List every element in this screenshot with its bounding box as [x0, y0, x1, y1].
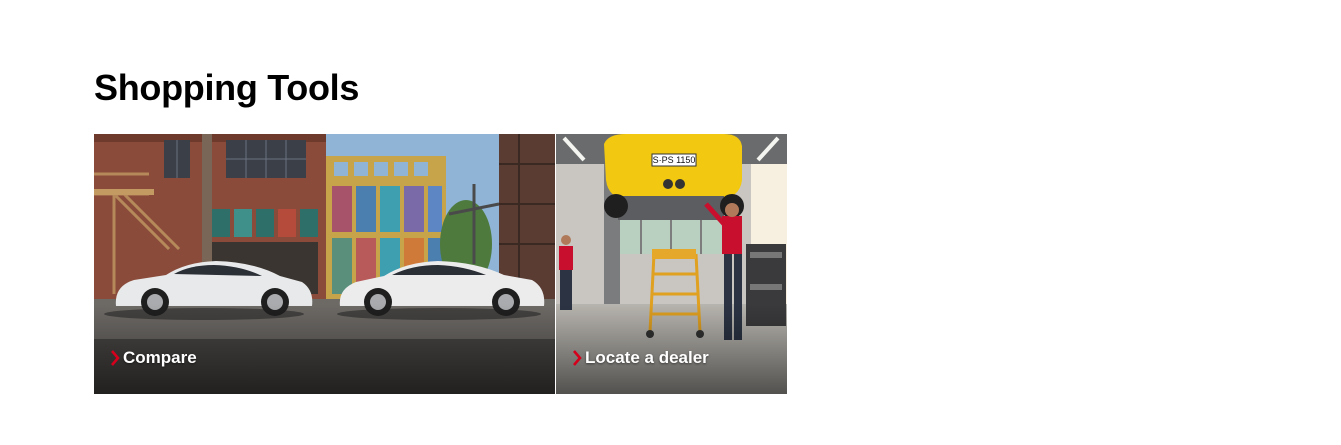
locate-dealer-link[interactable]: Locate a dealer [572, 348, 709, 368]
svg-text:S·PS 1150: S·PS 1150 [653, 155, 696, 165]
compare-link[interactable]: Compare [110, 348, 197, 368]
shopping-tools-section: Shopping Tools Compare S·PS 1150 Locate … [94, 0, 1294, 445]
locate-dealer-link-label: Locate a dealer [585, 348, 709, 367]
shopping-tools-tiles: Compare S·PS 1150 Locate a dealer [94, 134, 787, 394]
chevron-right-icon [111, 350, 120, 366]
compare-link-label: Compare [123, 348, 197, 367]
locate-dealer-tile[interactable]: S·PS 1150 Locate a dealer [556, 134, 787, 394]
section-title: Shopping Tools [94, 67, 360, 108]
chevron-right-icon [573, 350, 582, 366]
compare-tile[interactable]: Compare [94, 134, 555, 394]
